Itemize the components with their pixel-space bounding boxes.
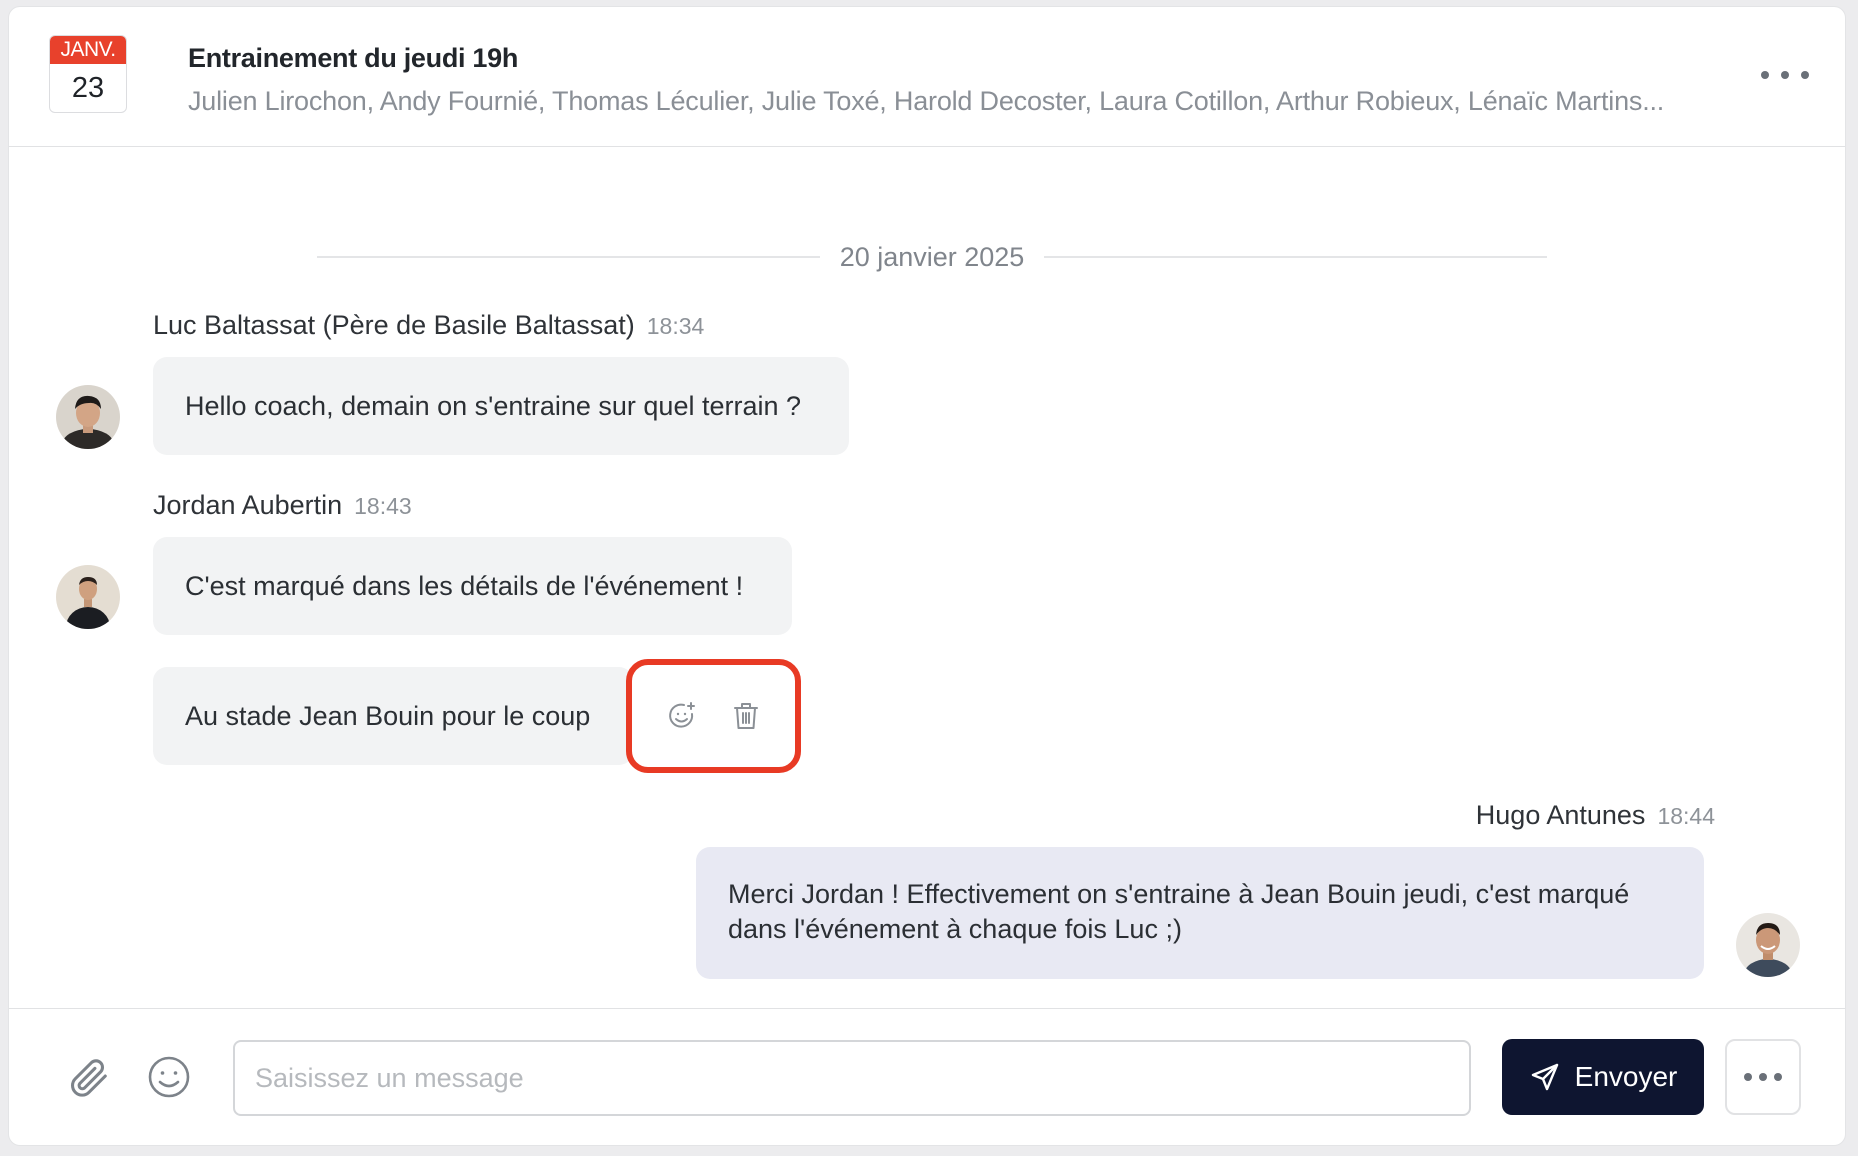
message-sender: Hugo Antunes 18:44 [1476,800,1715,831]
calendar-month: JANV. [50,36,126,64]
event-title: Entrainement du jeudi 19h [188,43,519,73]
dot [1801,71,1809,79]
dot [1744,1073,1752,1081]
chat-header: JANV. 23 Entrainement du jeudi 19h Julie… [9,7,1845,147]
message-time: 18:44 [1657,803,1715,829]
message-time: 18:43 [354,493,412,519]
message-text: Au stade Jean Bouin pour le coup [185,700,591,731]
dot [1759,1073,1767,1081]
message-text: Hello coach, demain on s'entraine sur qu… [185,390,802,421]
divider [1044,256,1548,258]
message-input[interactable] [233,1040,1471,1116]
chat-window: JANV. 23 Entrainement du jeudi 19h Julie… [8,6,1846,1146]
send-button[interactable]: Envoyer [1502,1039,1704,1115]
avatar[interactable] [56,565,120,629]
paperclip-icon[interactable] [60,1049,116,1105]
sender-name: Luc Baltassat (Père de Basile Baltassat) [153,310,635,340]
send-icon [1531,1063,1558,1091]
date-separator: 20 janvier 2025 [317,241,1548,272]
message-text: C'est marqué dans les détails de l'événe… [185,570,744,601]
emoji-icon[interactable] [141,1049,197,1105]
message-bubble[interactable]: Hello coach, demain on s'entraine sur qu… [153,357,849,455]
composer-more-button[interactable] [1725,1039,1801,1115]
sender-name: Hugo Antunes [1475,800,1646,830]
divider [317,256,820,258]
date-separator-label: 20 janvier 2025 [839,241,1025,272]
message-actions [626,659,801,773]
trash-icon[interactable] [728,698,764,734]
message-bubble[interactable]: C'est marqué dans les détails de l'événe… [153,537,792,635]
avatar-photo-icon [56,565,120,629]
avatar[interactable] [56,385,120,449]
dot [1761,71,1769,79]
sender-name: Jordan Aubertin [153,490,343,520]
add-reaction-icon[interactable] [664,698,700,734]
message-composer: Envoyer [9,1008,1845,1145]
participants-list[interactable]: Julien Lirochon, Andy Fournié, Thomas Lé… [188,86,1708,117]
send-label: Envoyer [1574,1061,1678,1092]
calendar-badge: JANV. 23 [49,35,127,113]
avatar-photo-icon [1736,913,1800,977]
message-sender: Jordan Aubertin 18:43 [153,490,412,521]
avatar-photo-icon [56,385,120,449]
calendar-day: 23 [71,72,105,104]
message-text: Merci Jordan ! Effectivement on s'entrai… [728,879,1630,944]
message-bubble-own[interactable]: Merci Jordan ! Effectivement on s'entrai… [696,847,1704,979]
message-time: 18:34 [646,313,705,339]
message-sender: Luc Baltassat (Père de Basile Baltassat)… [153,310,704,341]
dot [1781,71,1789,79]
avatar[interactable] [1736,913,1800,977]
header-more-button[interactable] [1761,63,1809,87]
dot [1774,1073,1782,1081]
message-bubble[interactable]: Au stade Jean Bouin pour le coup [153,667,633,765]
